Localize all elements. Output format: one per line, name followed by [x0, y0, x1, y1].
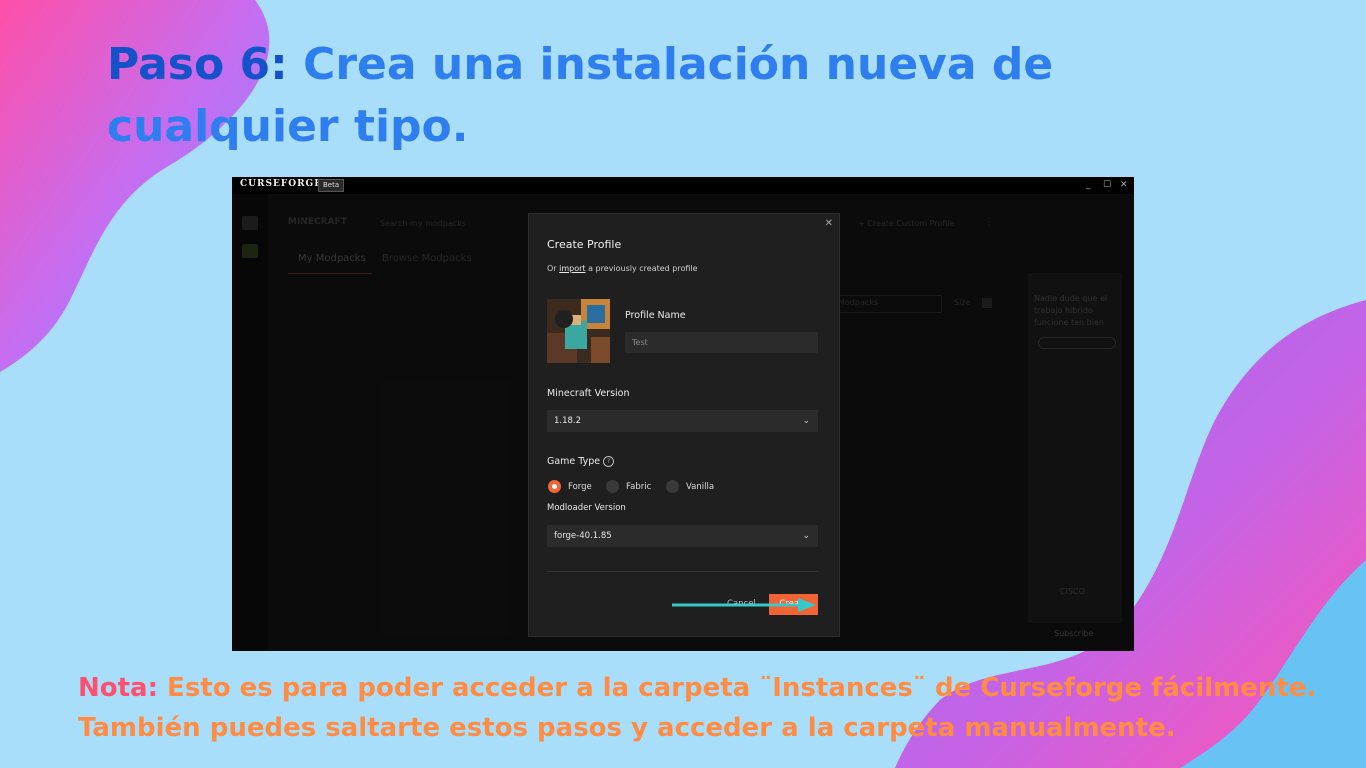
radio-forge-label: Forge	[568, 482, 592, 492]
radio-fabric[interactable]	[606, 480, 619, 493]
create-profile-dialog: ✕ Create Profile Or import a previously …	[528, 213, 840, 637]
profile-name-label: Profile Name	[625, 310, 686, 321]
radio-forge[interactable]	[548, 480, 561, 493]
note-label: Nota:	[78, 673, 158, 703]
title-bar: CURSEFORGE Beta _ ☐ ✕	[232, 177, 1134, 194]
import-prefix: Or	[547, 264, 557, 273]
profile-name-input[interactable]	[625, 332, 818, 353]
note-text: Esto es para poder acceder a la carpeta …	[78, 673, 1317, 743]
modloader-version-select[interactable]: forge-40.1.85 ⌄	[547, 525, 818, 547]
game-type-heading: Game Type?	[547, 456, 615, 467]
profile-art-icon	[547, 299, 610, 363]
pointer-arrow-icon	[672, 598, 816, 612]
import-suffix: a previously created profile	[588, 264, 698, 273]
beta-badge: Beta	[318, 179, 345, 192]
slide-title: Paso 6: Crea una instalación nueva de cu…	[107, 34, 1287, 158]
close-window-icon[interactable]: ✕	[1120, 180, 1128, 190]
maximize-icon[interactable]: ☐	[1103, 180, 1111, 190]
title-step: Paso 6:	[107, 39, 288, 90]
minimize-icon[interactable]: _	[1086, 180, 1091, 190]
close-dialog-icon[interactable]: ✕	[825, 218, 833, 229]
slide-note: Nota: Esto es para poder acceder a la ca…	[78, 668, 1348, 748]
modloader-version-label: Modloader Version	[547, 503, 626, 513]
divider	[547, 571, 818, 572]
dialog-title: Create Profile	[547, 238, 622, 251]
minecraft-version-label: Minecraft Version	[547, 388, 630, 399]
radio-fabric-label: Fabric	[626, 482, 652, 492]
profile-image[interactable]	[547, 299, 610, 363]
curseforge-window: CURSEFORGE Beta _ ☐ ✕ MINECRAFT Search m…	[232, 177, 1134, 651]
chevron-down-icon: ⌄	[802, 531, 810, 541]
minecraft-version-value: 1.18.2	[554, 416, 582, 426]
chevron-down-icon: ⌄	[802, 416, 810, 426]
import-line: Or import a previously created profile	[547, 264, 698, 273]
radio-vanilla-label: Vanilla	[686, 482, 715, 492]
import-link[interactable]: import	[559, 264, 585, 273]
minecraft-version-select[interactable]: 1.18.2 ⌄	[547, 410, 818, 432]
modloader-version-value: forge-40.1.85	[554, 531, 612, 541]
game-type-label: Game Type	[547, 456, 601, 467]
app-brand: CURSEFORGE	[240, 179, 323, 189]
radio-vanilla[interactable]	[666, 480, 679, 493]
help-icon[interactable]: ?	[603, 456, 615, 467]
